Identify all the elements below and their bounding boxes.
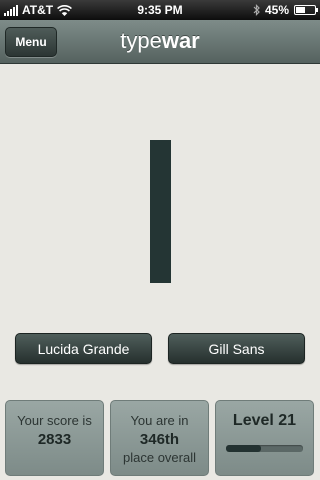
app-title-part2: war xyxy=(161,28,200,53)
status-bar: AT&T 9:35 PM 45% xyxy=(0,0,320,20)
battery-icon xyxy=(294,5,318,15)
type-glyph-sample xyxy=(150,140,171,283)
font-choice-right-button[interactable]: Gill Sans xyxy=(168,333,305,364)
battery-percent: 45% xyxy=(264,3,289,17)
bluetooth-icon xyxy=(253,4,260,16)
font-choice-left-button[interactable]: Lucida Grande xyxy=(15,333,152,364)
level-progress-fill xyxy=(226,445,261,452)
nav-bar: Menu typewar xyxy=(0,20,320,64)
score-label: Your score is xyxy=(17,413,92,428)
app-title-part1: type xyxy=(120,28,162,53)
score-value: 2833 xyxy=(37,431,72,448)
level-progress-bar xyxy=(226,445,303,452)
app-title: typewar xyxy=(0,28,320,54)
rank-value: 346th xyxy=(139,431,180,448)
score-panel: Your score is 2833 xyxy=(5,400,104,476)
status-right: 45% xyxy=(253,3,318,17)
rank-suffix: place overall xyxy=(123,450,196,465)
level-label: Level 21 xyxy=(232,412,297,429)
rank-panel: You are in 346th place overall xyxy=(110,400,209,476)
level-panel: Level 21 xyxy=(215,400,314,476)
rank-label: You are in xyxy=(130,413,189,428)
